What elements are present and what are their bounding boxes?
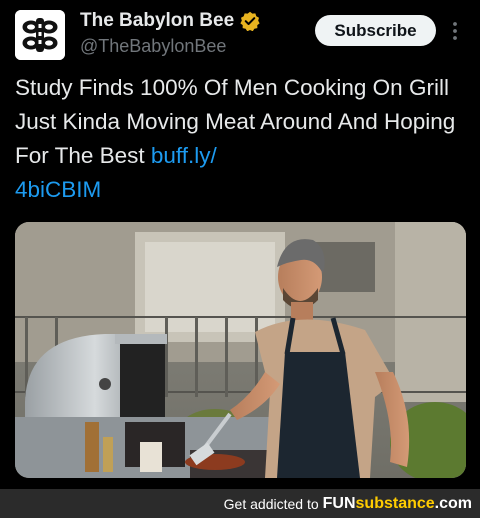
- tweet-photo[interactable]: [15, 222, 466, 478]
- account-name-row[interactable]: The Babylon Bee: [80, 10, 260, 32]
- tweet-body: Study Finds 100% Of Men Cooking On Grill…: [15, 75, 456, 168]
- tweet-text: Study Finds 100% Of Men Cooking On Grill…: [15, 71, 467, 207]
- site-footer: Get addicted to FUNsubstance.com: [0, 489, 480, 518]
- more-options-icon[interactable]: [449, 20, 461, 42]
- man-grilling-photo: [15, 222, 466, 478]
- subscribe-button[interactable]: Subscribe: [315, 15, 436, 46]
- verified-badge-icon: [240, 11, 260, 31]
- account-handle[interactable]: @TheBabylonBee: [80, 36, 226, 57]
- display-name[interactable]: The Babylon Bee: [80, 10, 234, 32]
- footer-tagline: Get addicted to: [223, 495, 319, 512]
- bee-logo-icon: [15, 10, 65, 60]
- brand-fun: FUN: [322, 494, 356, 512]
- avatar[interactable]: [15, 10, 65, 60]
- brand-substance: substance: [355, 494, 435, 512]
- brand-dotcom: .com: [434, 494, 472, 512]
- funsubstance-logo[interactable]: FUNsubstance.com: [323, 495, 472, 513]
- tweet-card[interactable]: The Babylon Bee @TheBabylonBee Subscribe…: [0, 0, 480, 489]
